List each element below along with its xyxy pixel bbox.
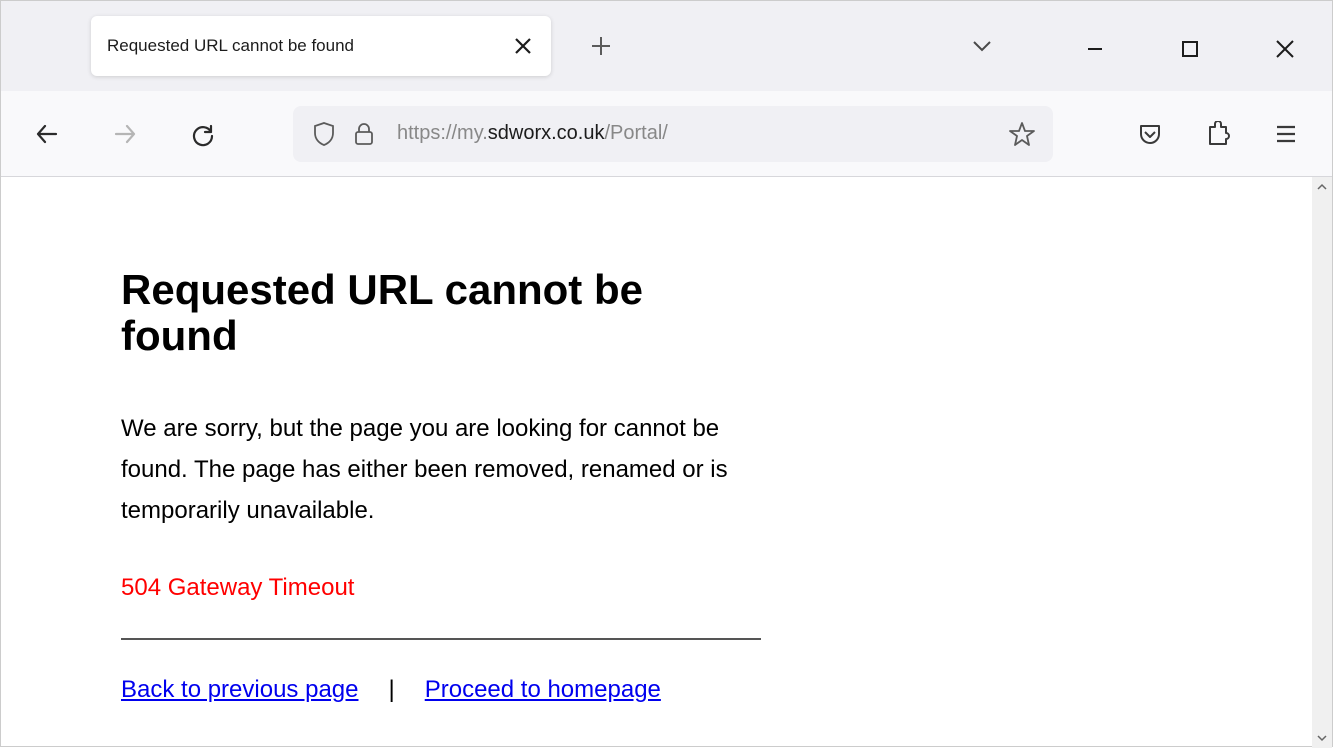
url-suffix: /Portal/ xyxy=(604,122,667,144)
nav-buttons xyxy=(27,114,223,154)
maximize-button[interactable] xyxy=(1142,29,1237,69)
back-button[interactable] xyxy=(27,114,67,154)
scroll-down-arrow-icon[interactable] xyxy=(1312,728,1332,748)
shield-icon[interactable] xyxy=(307,117,341,151)
proceed-to-homepage-link[interactable]: Proceed to homepage xyxy=(425,676,661,704)
menu-icon[interactable] xyxy=(1266,114,1306,154)
links-separator: | xyxy=(388,676,394,704)
page-body: We are sorry, but the page you are looki… xyxy=(121,409,761,531)
url-prefix: https://my. xyxy=(397,122,488,144)
forward-button[interactable] xyxy=(105,114,145,154)
scroll-up-arrow-icon[interactable] xyxy=(1312,177,1332,197)
page-title: Requested URL cannot be found xyxy=(121,267,761,359)
extensions-icon[interactable] xyxy=(1198,114,1238,154)
vertical-scrollbar[interactable] xyxy=(1312,177,1332,748)
toolbar-right-controls xyxy=(1130,114,1306,154)
window-controls xyxy=(1047,1,1332,91)
page-content: Requested URL cannot be found We are sor… xyxy=(1,177,1312,748)
url-domain: sdworx.co.uk xyxy=(488,122,605,144)
url-text: https://my.sdworx.co.uk/Portal/ xyxy=(387,122,999,145)
tab-strip: Requested URL cannot be found xyxy=(1,1,1332,91)
close-window-button[interactable] xyxy=(1237,29,1332,69)
reload-button[interactable] xyxy=(183,114,223,154)
address-bar[interactable]: https://my.sdworx.co.uk/Portal/ xyxy=(293,106,1053,162)
content-area: Requested URL cannot be found We are sor… xyxy=(1,177,1332,748)
tab-title: Requested URL cannot be found xyxy=(107,36,354,56)
close-tab-icon[interactable] xyxy=(511,34,535,58)
minimize-button[interactable] xyxy=(1047,29,1142,69)
error-code: 504 Gateway Timeout xyxy=(121,574,1192,602)
navigation-toolbar: https://my.sdworx.co.uk/Portal/ xyxy=(1,91,1332,177)
lock-icon[interactable] xyxy=(347,117,381,151)
list-all-tabs-button[interactable] xyxy=(962,26,1002,66)
links-row: Back to previous page | Proceed to homep… xyxy=(121,676,761,704)
divider xyxy=(121,638,761,640)
new-tab-button[interactable] xyxy=(581,26,621,66)
pocket-icon[interactable] xyxy=(1130,114,1170,154)
back-to-previous-link[interactable]: Back to previous page xyxy=(121,676,358,704)
bookmark-star-icon[interactable] xyxy=(1005,117,1039,151)
browser-tab[interactable]: Requested URL cannot be found xyxy=(91,16,551,76)
